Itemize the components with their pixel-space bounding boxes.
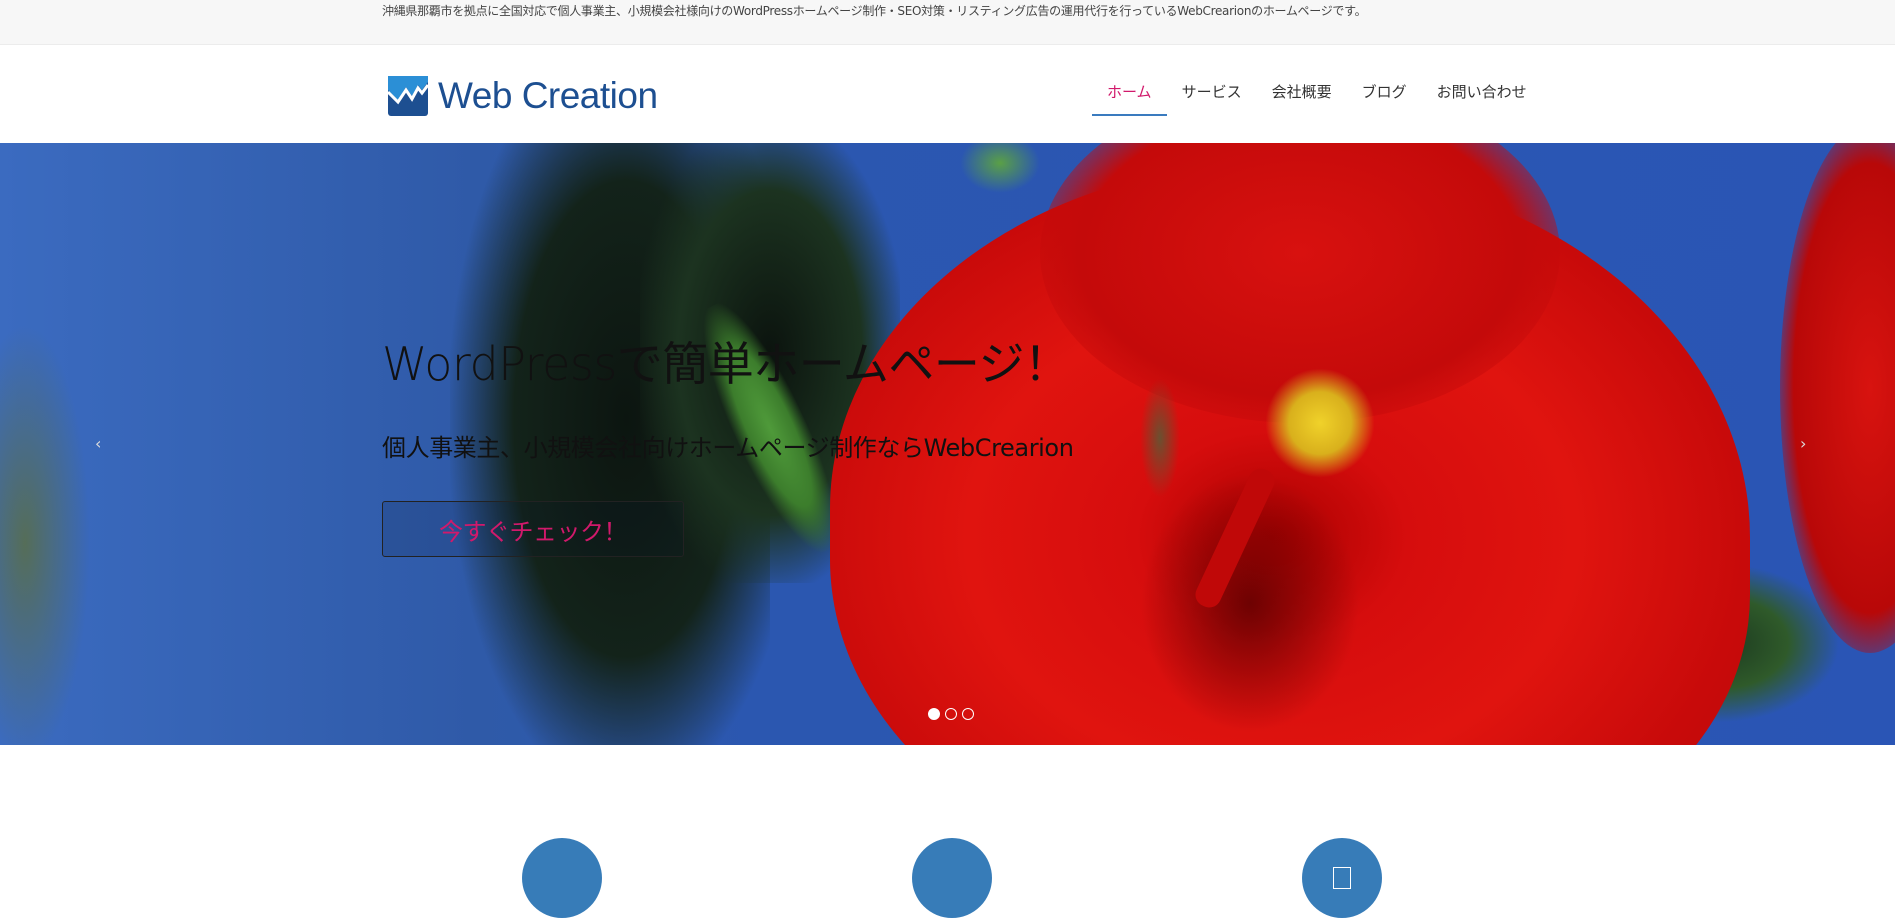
feature-icon-3 (1302, 838, 1382, 918)
nav-item-company[interactable]: 会社概要 (1257, 75, 1347, 116)
feature-icon-2 (912, 838, 992, 918)
slider-dot-1[interactable] (928, 708, 940, 720)
nav-item-services[interactable]: サービス (1167, 75, 1257, 116)
check-now-button[interactable]: 今すぐチェック！ (382, 501, 684, 557)
nav-item-blog[interactable]: ブログ (1347, 75, 1422, 116)
main-nav: ホーム サービス 会社概要 ブログ お問い合わせ (1092, 75, 1542, 116)
feature-icon-1 (522, 838, 602, 918)
slider-next-arrow-icon[interactable]: › (1800, 434, 1806, 453)
slider-dot-3[interactable] (962, 708, 974, 720)
hero-subtitle: 個人事業主、小規模会社向けホームページ制作ならWebCrearion (382, 434, 1074, 462)
site-description-bar: 沖縄県那覇市を拠点に全国対応で個人事業主、小規模会社様向けのWordPressホ… (0, 0, 1895, 45)
wave-chart-icon (386, 76, 430, 116)
missing-glyph-icon (1333, 867, 1351, 889)
site-header: Web Creation ホーム サービス 会社概要 ブログ お問い合わせ (0, 45, 1895, 143)
nav-item-home[interactable]: ホーム (1092, 75, 1167, 116)
site-logo[interactable]: Web Creation (386, 75, 658, 117)
logo-text: Web Creation (438, 75, 658, 116)
hero-slider: WordPressで簡単ホームページ！ 個人事業主、小規模会社向けホームページ制… (0, 143, 1895, 745)
slider-dot-2[interactable] (945, 708, 957, 720)
slider-prev-arrow-icon[interactable]: ‹ (95, 434, 101, 453)
site-description: 沖縄県那覇市を拠点に全国対応で個人事業主、小規模会社様向けのWordPressホ… (382, 4, 1367, 18)
slider-pagination (928, 708, 974, 720)
nav-item-contact[interactable]: お問い合わせ (1422, 75, 1542, 116)
hero-title: WordPressで簡単ホームページ！ (382, 337, 1070, 391)
